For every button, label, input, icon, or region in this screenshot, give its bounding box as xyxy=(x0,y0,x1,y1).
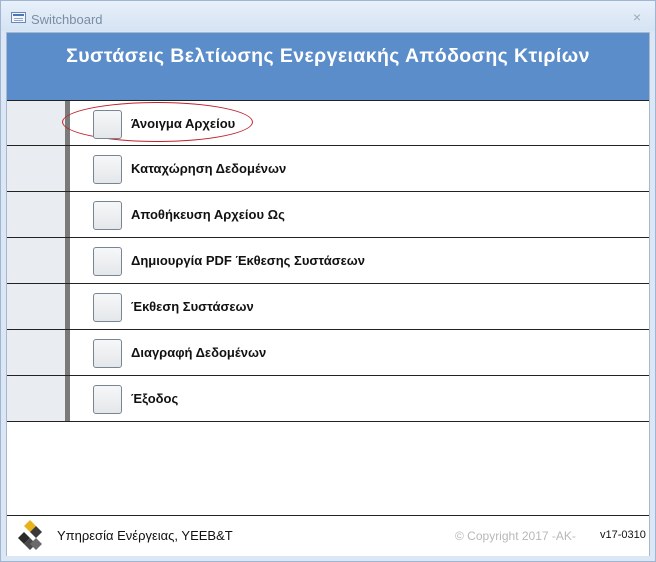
title-bar: Switchboard × xyxy=(1,1,655,31)
row-divider xyxy=(65,284,70,329)
row-side-panel xyxy=(7,376,65,421)
menu-item-label[interactable]: Άνοιγμα Αρχείου xyxy=(131,116,235,131)
row-side-panel xyxy=(7,146,65,191)
organization-logo-icon xyxy=(18,520,42,550)
switchboard-form: Συστάσεις Βελτίωσης Ενεργειακής Απόδοσης… xyxy=(6,32,650,556)
row-divider xyxy=(65,146,70,191)
row-side-panel xyxy=(7,192,65,237)
row-divider xyxy=(65,101,70,145)
menu-item-create-pdf-report: Δημιουργία PDF Έκθεσης Συστάσεων xyxy=(7,238,649,284)
row-divider xyxy=(65,238,70,283)
menu-item-save-as: Αποθήκευση Αρχείου Ως xyxy=(7,192,649,238)
copyright-text: © Copyright 2017 -AK- xyxy=(455,529,576,543)
page-title: Συστάσεις Βελτίωσης Ενεργειακής Απόδοσης… xyxy=(66,45,590,67)
menu-item-label[interactable]: Διαγραφή Δεδομένων xyxy=(131,345,266,360)
menu-item-recommendations-report: Έκθεση Συστάσεων xyxy=(7,284,649,330)
row-side-panel xyxy=(7,330,65,375)
close-icon[interactable]: × xyxy=(629,9,645,25)
header-banner: Συστάσεις Βελτίωσης Ενεργειακής Απόδοσης… xyxy=(7,33,649,100)
menu-item-label[interactable]: Καταχώρηση Δεδομένων xyxy=(131,161,286,176)
switchboard-menu: Άνοιγμα Αρχείου Καταχώρηση Δεδομένων Απο… xyxy=(7,100,649,424)
row-side-panel xyxy=(7,101,65,145)
create-pdf-report-button[interactable] xyxy=(93,247,122,276)
footer: Υπηρεσία Ενέργειας, ΥΕΕΒ&Τ © Copyright 2… xyxy=(7,515,649,556)
window-title: Switchboard xyxy=(31,12,103,27)
save-as-button[interactable] xyxy=(93,201,122,230)
row-side-panel xyxy=(7,238,65,283)
switchboard-window: Switchboard × Συστάσεις Βελτίωσης Ενεργε… xyxy=(0,0,656,562)
row-divider xyxy=(65,330,70,375)
delete-data-button[interactable] xyxy=(93,339,122,368)
exit-button[interactable] xyxy=(93,385,122,414)
menu-item-label[interactable]: Αποθήκευση Αρχείου Ως xyxy=(131,207,285,222)
menu-item-label[interactable]: Δημιουργία PDF Έκθεσης Συστάσεων xyxy=(131,253,365,268)
menu-item-exit: Έξοδος xyxy=(7,376,649,422)
menu-item-open-file: Άνοιγμα Αρχείου xyxy=(7,100,649,146)
menu-item-label[interactable]: Έκθεση Συστάσεων xyxy=(131,299,254,314)
row-divider xyxy=(65,192,70,237)
version-label: v17-0310 xyxy=(600,529,646,541)
menu-item-delete-data: Διαγραφή Δεδομένων xyxy=(7,330,649,376)
data-entry-button[interactable] xyxy=(93,155,122,184)
row-side-panel xyxy=(7,284,65,329)
open-file-button[interactable] xyxy=(93,110,122,139)
organization-name: Υπηρεσία Ενέργειας, ΥΕΕΒ&Τ xyxy=(57,528,233,543)
row-divider xyxy=(65,376,70,421)
form-icon xyxy=(11,12,26,23)
recommendations-report-button[interactable] xyxy=(93,293,122,322)
menu-item-label[interactable]: Έξοδος xyxy=(131,391,178,406)
menu-item-data-entry: Καταχώρηση Δεδομένων xyxy=(7,146,649,192)
